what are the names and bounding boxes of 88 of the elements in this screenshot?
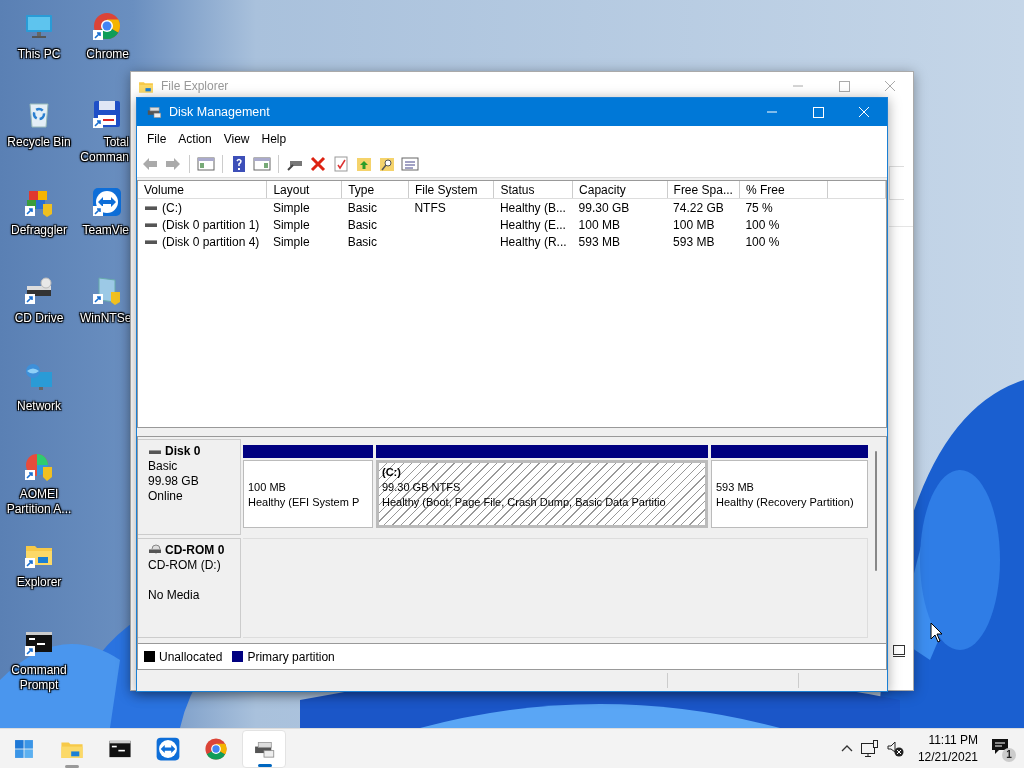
window-pane-icon[interactable] xyxy=(91,274,123,306)
table-cell: NTFS xyxy=(414,200,446,215)
delete-icon[interactable] xyxy=(309,155,327,173)
menu-item[interactable]: Action xyxy=(172,131,218,146)
window-title: File Explorer xyxy=(161,79,229,93)
column-header[interactable]: Volume xyxy=(138,181,267,199)
table-cell: Basic xyxy=(347,234,377,249)
desktop-icon-label[interactable]: AOMEI Partition A... xyxy=(1,487,77,517)
browser-icon[interactable] xyxy=(91,10,123,42)
table-cell: 99.30 GB xyxy=(578,200,630,215)
column-header[interactable]: Layout xyxy=(266,181,342,199)
table-cell: Healthy (R... xyxy=(499,234,567,249)
desktop-icon-label[interactable]: Defraggler xyxy=(1,223,77,238)
disk-info-panel[interactable]: Disk 0 Basic 99.98 GB Online xyxy=(138,439,241,535)
table-cell: 75 % xyxy=(745,200,773,215)
window-title: Disk Management xyxy=(169,105,270,119)
details-view-icon[interactable] xyxy=(893,645,905,657)
partition-status: Healthy (EFI System P xyxy=(248,495,360,510)
table-cell: 100 % xyxy=(745,234,780,249)
disk-name: Disk 0 xyxy=(165,444,201,459)
table-cell: (Disk 0 partition 1) xyxy=(162,217,260,232)
desktop-icon-label[interactable]: Network xyxy=(1,399,77,414)
browser-icon xyxy=(203,735,229,762)
folder-search-icon[interactable] xyxy=(378,155,396,173)
legend-label: Unallocated xyxy=(159,649,223,664)
table-cell: Basic xyxy=(347,200,377,215)
table-cell: (Disk 0 partition 4) xyxy=(162,234,260,249)
table-cell: Healthy (E... xyxy=(499,217,566,232)
table-cell: (C:) xyxy=(162,200,182,215)
disk-info-panel[interactable]: CD-ROM 0 CD-ROM (D:) No Media xyxy=(138,538,241,638)
menu-item[interactable]: View xyxy=(217,131,256,146)
clock-time[interactable]: 11:11 PM xyxy=(928,731,978,749)
column-header[interactable]: % Free xyxy=(739,181,828,199)
table-cell: 100 MB xyxy=(578,217,620,232)
console-tree-icon[interactable] xyxy=(197,155,215,173)
cursor-icon xyxy=(930,622,944,644)
desktop-icon-label[interactable]: This PC xyxy=(1,47,77,62)
table-cell: 593 MB xyxy=(578,234,620,249)
partition-size: 593 MB xyxy=(716,480,754,495)
properties-pane-icon[interactable] xyxy=(253,155,271,173)
table-cell: 74.22 GB xyxy=(673,200,724,215)
column-header[interactable]: Status xyxy=(493,181,573,199)
legend-label: Primary partition xyxy=(247,649,335,664)
desktop-icon-label[interactable]: CD Drive xyxy=(1,311,77,326)
running-indicator xyxy=(258,763,272,767)
disk-name: CD-ROM 0 xyxy=(165,543,225,558)
table-cell: Simple xyxy=(272,217,310,232)
partition-status: Healthy (Boot, Page File, Crash Dump, Basic Data Partitio xyxy=(382,495,666,510)
partition-size: 99.30 GB NTFS xyxy=(382,480,461,495)
check-document-icon[interactable] xyxy=(332,155,350,173)
partition-label: (C:) xyxy=(382,465,401,480)
column-header[interactable]: File System xyxy=(408,181,494,199)
menu-item[interactable]: File xyxy=(141,131,173,146)
column-header[interactable]: Free Spa... xyxy=(667,181,740,199)
search-field[interactable] xyxy=(889,166,904,200)
network-icon[interactable] xyxy=(859,738,880,759)
table-cell: 593 MB xyxy=(673,234,715,249)
scrollbar[interactable] xyxy=(875,451,877,571)
partition-block[interactable]: 100 MB Healthy (EFI System P xyxy=(243,460,373,528)
partition-block[interactable]: 593 MB Healthy (Recovery Partition) xyxy=(711,460,868,528)
list-view-icon[interactable] xyxy=(401,155,419,173)
table-cell: Simple xyxy=(272,200,310,215)
notification-badge: 1 xyxy=(1002,747,1016,762)
disk-status: No Media xyxy=(148,588,201,603)
table-cell: 100 % xyxy=(745,217,780,232)
table-cell: Healthy (B... xyxy=(499,200,566,215)
partition-size: 100 MB xyxy=(248,480,286,495)
folder-up-icon[interactable] xyxy=(355,155,373,173)
partition-block[interactable]: (C:) 99.30 GB NTFS Healthy (Boot, Page File, Crash Dump, Basic Data Partitio xyxy=(376,460,708,528)
disk-status: Online xyxy=(148,489,184,504)
disk-type: Basic xyxy=(148,459,179,474)
table-cell: Basic xyxy=(347,217,377,232)
disk-size: 99.98 GB xyxy=(148,474,200,489)
menu-item[interactable]: Help xyxy=(255,131,293,146)
table-cell: 100 MB xyxy=(673,217,715,232)
taskbar-button[interactable] xyxy=(242,729,286,768)
desktop-icon-label[interactable]: Recycle Bin xyxy=(1,135,77,150)
partition-status: Healthy (Recovery Partition) xyxy=(716,495,854,510)
desktop-icon-label[interactable]: Explorer xyxy=(1,575,77,590)
column-header[interactable]: Capacity xyxy=(572,181,668,199)
running-indicator xyxy=(65,764,79,768)
help-icon[interactable] xyxy=(230,155,248,173)
column-header[interactable]: Type xyxy=(341,181,409,199)
clock-date[interactable]: 12/21/2021 xyxy=(917,748,978,766)
drive-icon[interactable] xyxy=(23,274,55,306)
table-cell: Simple xyxy=(272,234,310,249)
disk-type: CD-ROM (D:) xyxy=(148,558,222,573)
forward-arrow-icon[interactable] xyxy=(164,155,182,173)
